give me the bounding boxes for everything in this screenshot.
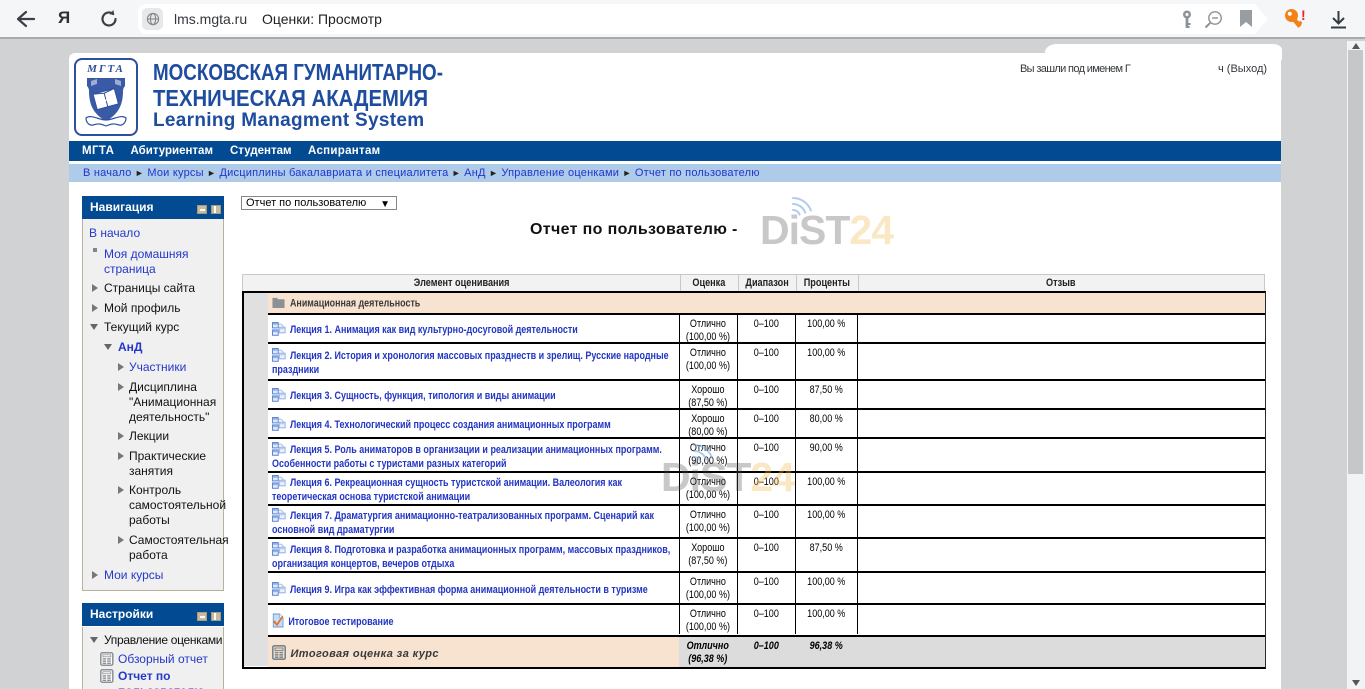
svg-text:!: ! [1301,8,1306,23]
